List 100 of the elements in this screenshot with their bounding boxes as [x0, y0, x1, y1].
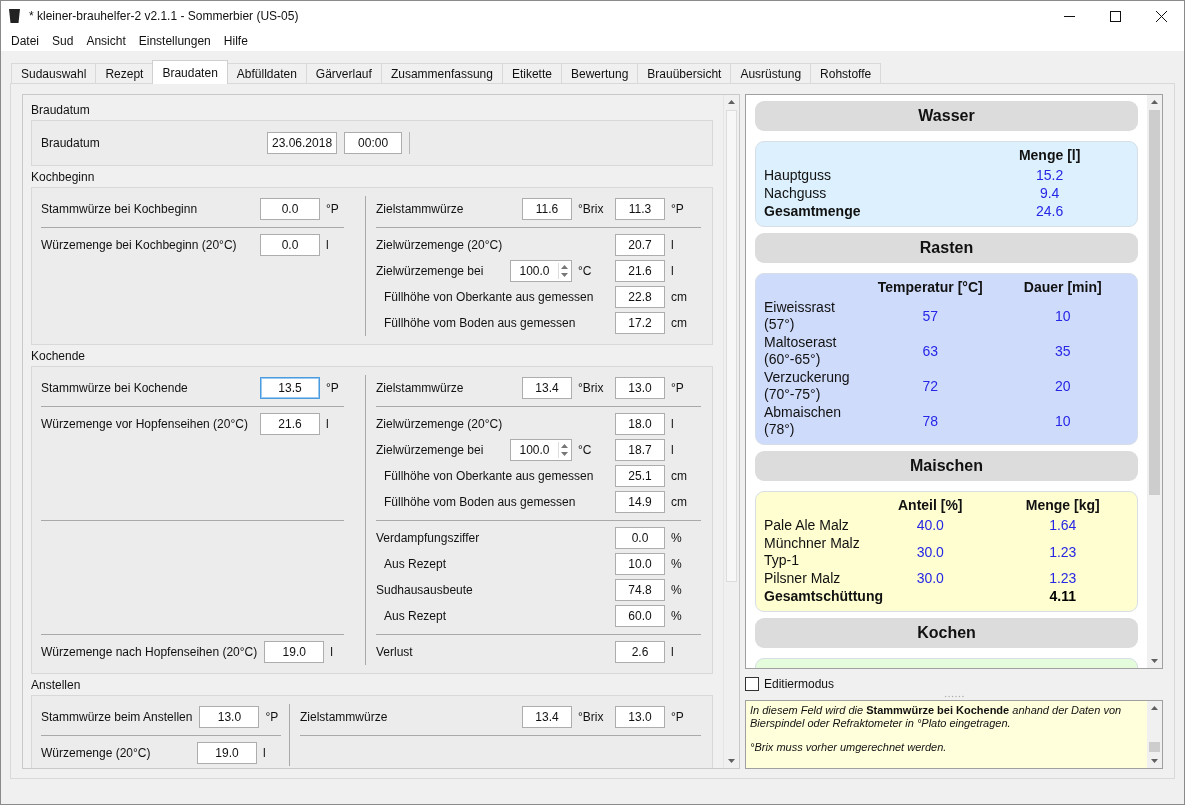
table-value: 40.0: [915, 517, 945, 534]
input-field[interactable]: 60.0: [615, 605, 665, 627]
field-label: Stammwürze bei Kochbeginn: [41, 202, 199, 216]
menu-item[interactable]: Ansicht: [79, 34, 132, 48]
table-value: 63: [921, 342, 940, 360]
maximize-icon[interactable]: [1109, 10, 1121, 22]
input-field[interactable]: 13.4: [522, 706, 572, 728]
scrollbar[interactable]: [1147, 95, 1162, 668]
input-field[interactable]: 21.6: [260, 413, 320, 435]
input-field[interactable]: 19.0: [197, 742, 257, 764]
row-label: Abmaischen (78°): [764, 404, 843, 438]
window-title: * kleiner-brauhelfer-2 v2.1.1 - Sommerbier (US-05): [29, 9, 300, 23]
input-field[interactable]: 13.0: [199, 706, 260, 728]
spin-box[interactable]: 100.0: [510, 439, 572, 461]
tab[interactable]: Bewertung: [560, 63, 639, 83]
section-header: Kochen: [755, 618, 1138, 648]
table-value: 30.0: [915, 543, 945, 561]
field-label: Zielstammwürze: [300, 710, 389, 724]
scrollbar[interactable]: [723, 95, 739, 768]
scroll-thumb[interactable]: [1149, 741, 1160, 752]
unit-label: l: [263, 746, 267, 760]
table-value: 4.11: [1048, 588, 1077, 605]
spin-box[interactable]: 100.0: [510, 260, 572, 282]
checkbox[interactable]: [745, 676, 759, 691]
input-field[interactable]: 0.0: [260, 198, 320, 220]
section-title: Anstellen: [31, 677, 82, 694]
input-field[interactable]: 0.0: [260, 234, 320, 256]
unit-label: %: [671, 609, 683, 623]
menu-item[interactable]: Datei: [4, 34, 45, 48]
unit-label: l: [330, 645, 334, 659]
scrollbar[interactable]: [1147, 700, 1162, 768]
unit-label: °P: [326, 202, 340, 216]
field-label: Füllhöhe von Oberkante aus gemessen: [383, 290, 595, 304]
row-label: Pale Ale Malz: [764, 517, 850, 534]
input-field[interactable]: 25.1: [615, 465, 665, 487]
field-label: Füllhöhe von Oberkante aus gemessen: [383, 469, 595, 483]
unit-label: °P: [671, 381, 685, 395]
input-field[interactable]: 13.0: [615, 706, 665, 728]
tab[interactable]: Rohstoffe: [810, 63, 882, 83]
unit-label: l: [671, 417, 675, 431]
tab[interactable]: Zusammenfassung: [380, 63, 503, 83]
column-header: Menge [l]: [1017, 147, 1082, 165]
column-header: Menge [kg]: [1024, 497, 1101, 515]
unit-label: l: [671, 238, 675, 252]
menu-item[interactable]: Einstellungen: [131, 34, 217, 48]
table-value: 57: [921, 307, 940, 325]
field-label: Zielstammwürze: [376, 381, 465, 395]
input-field[interactable]: 00:00: [344, 132, 403, 154]
unit-label: °Brix: [578, 381, 605, 395]
tab[interactable]: Ausrüstung: [730, 63, 812, 83]
input-field[interactable]: 13.0: [615, 377, 665, 399]
input-field[interactable]: 22.8: [615, 286, 665, 308]
input-field[interactable]: 23.06.2018: [267, 132, 338, 154]
input-field[interactable]: 18.0: [615, 413, 665, 435]
input-field[interactable]: 21.6: [615, 260, 665, 282]
input-field[interactable]: 13.5: [260, 377, 320, 399]
section-header: Maischen: [755, 451, 1138, 481]
field-label: Füllhöhe vom Boden aus gemessen: [383, 495, 577, 509]
input-field[interactable]: 17.2: [615, 312, 665, 334]
unit-label: cm: [671, 290, 688, 304]
input-field[interactable]: 14.9: [615, 491, 665, 513]
input-field[interactable]: 74.8: [615, 579, 665, 601]
input-field[interactable]: 2.6: [615, 641, 665, 663]
tab[interactable]: Sudauswahl: [11, 63, 97, 83]
input-field[interactable]: 20.7: [615, 234, 665, 256]
help-text: In diesem Feld wird die Stammwürze bei Kochende anhand der Daten von Bierspindel oder Refraktometer in °Plato eingetragen.: [750, 703, 1123, 730]
input-field[interactable]: 0.0: [615, 527, 665, 549]
menu-item[interactable]: Hilfe: [216, 34, 254, 48]
row-label: Münchner Malz Typ-1: [764, 535, 861, 569]
field-label: Braudatum: [41, 136, 101, 150]
checkbox-label[interactable]: Editiermodus: [764, 676, 835, 691]
spin-arrows-icon[interactable]: [558, 442, 569, 458]
field-label: Würzemenge bei Kochbeginn (20°C): [41, 238, 238, 252]
unit-label: °Brix: [578, 202, 605, 216]
unit-label: l: [326, 238, 330, 252]
row-label: Eiweissrast (57°): [764, 299, 836, 333]
input-field[interactable]: 11.6: [522, 198, 572, 220]
input-field[interactable]: 10.0: [615, 553, 665, 575]
row-label: Verzuckerung (70°-75°): [764, 369, 851, 403]
input-field[interactable]: 13.4: [522, 377, 572, 399]
help-text: °Brix muss vorher umgerechnet werden.: [750, 740, 948, 754]
close-icon[interactable]: [1155, 10, 1167, 22]
unit-label: °P: [265, 710, 280, 724]
input-field[interactable]: 19.0: [264, 641, 325, 663]
field-label: Zielwürzemenge (20°C): [376, 417, 504, 431]
tab[interactable]: Braudaten: [152, 60, 228, 84]
field-label: Füllhöhe vom Boden aus gemessen: [383, 316, 577, 330]
unit-label: %: [671, 583, 683, 597]
input-field[interactable]: 18.7: [615, 439, 665, 461]
input-field[interactable]: 11.3: [615, 198, 665, 220]
menu-item[interactable]: Sud: [45, 34, 80, 48]
scroll-thumb[interactable]: [1149, 110, 1160, 495]
splitter-handle[interactable]: [943, 694, 965, 698]
unit-label: l: [671, 264, 675, 278]
scroll-thumb[interactable]: [726, 110, 737, 582]
table-value: 10: [1053, 412, 1072, 430]
unit-label: °P: [671, 710, 685, 724]
field-label: Zielwürzemenge bei: [376, 264, 485, 278]
spin-arrows-icon[interactable]: [558, 263, 569, 279]
tab[interactable]: Rezept: [95, 63, 154, 83]
